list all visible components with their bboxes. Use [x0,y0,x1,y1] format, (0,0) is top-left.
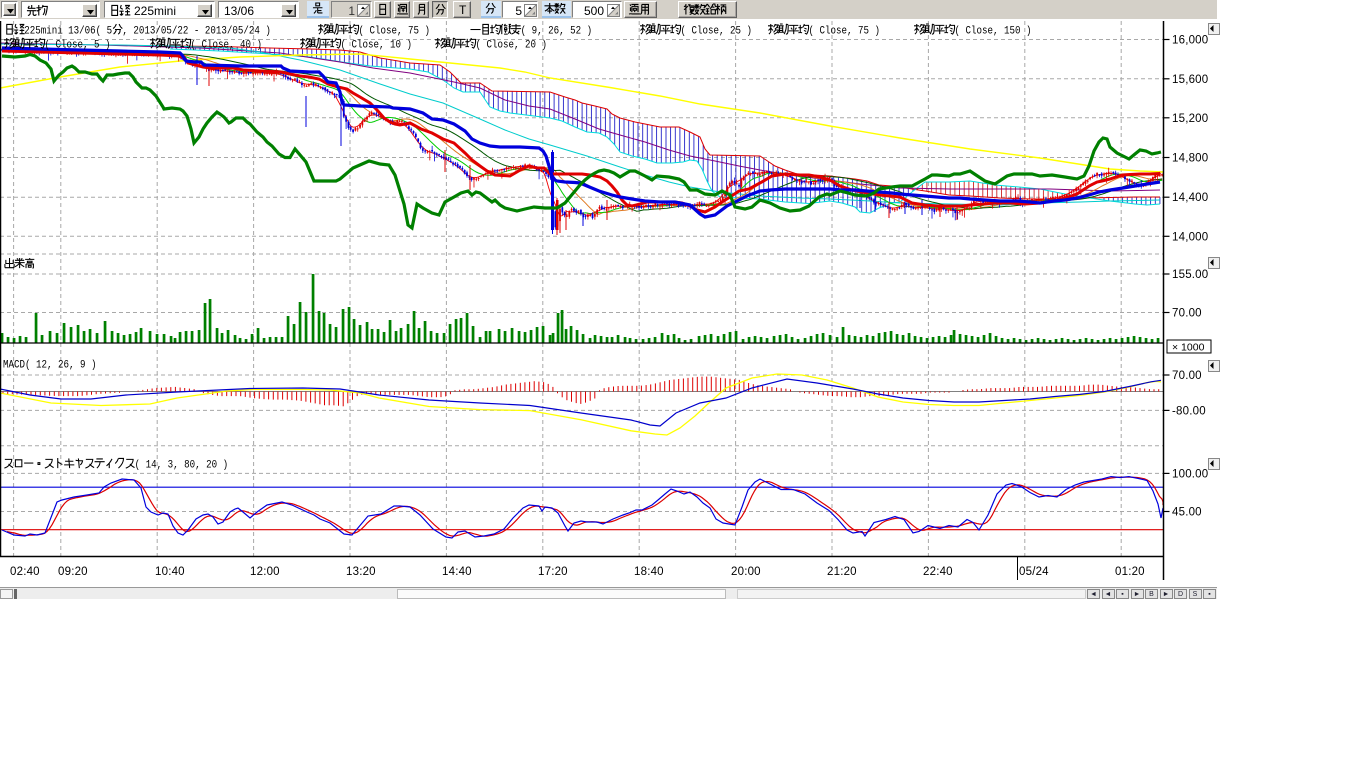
svg-text:( Close, 150 ): ( Close, 150 ) [955,26,1032,38]
svg-text:( Close, 40 ): ( Close, 40 ) [191,40,263,52]
svg-text:( Close, 75 ): ( Close, 75 ) [359,26,431,38]
svg-text:100.00: 100.00 [1172,468,1208,480]
svg-text:× 1000: × 1000 [1172,342,1205,354]
svg-text:01:20: 01:20 [1115,566,1145,578]
svg-text:( Close, 20 ): ( Close, 20 ) [476,40,548,52]
svg-text:21:20: 21:20 [827,566,857,578]
svg-text:( Close, 75 ): ( Close, 75 ) [809,26,881,38]
svg-text:14,400: 14,400 [1172,192,1208,204]
svg-text:15,200: 15,200 [1172,113,1208,125]
svg-text:MACD( 12, 26, 9 ): MACD( 12, 26, 9 ) [3,360,97,372]
svg-text:70.00: 70.00 [1172,370,1202,382]
svg-text:14,000: 14,000 [1172,231,1208,243]
svg-text:14:40: 14:40 [442,566,472,578]
svg-text:22:40: 22:40 [923,566,953,578]
svg-text:45.00: 45.00 [1172,507,1202,519]
svg-text:09:20: 09:20 [58,566,88,578]
svg-text:10:40: 10:40 [155,566,185,578]
svg-text:( 14, 3, 80, 20 ): ( 14, 3, 80, 20 ) [135,460,229,472]
svg-text:02:40: 02:40 [10,566,40,578]
svg-text:16,000: 16,000 [1172,35,1208,47]
svg-text:, 2013/05/22 - 2013/05/24 ): , 2013/05/22 - 2013/05/24 ) [122,26,271,38]
svg-text:15,600: 15,600 [1172,74,1208,86]
svg-text:155.00: 155.00 [1172,269,1208,281]
svg-text:225mini 13/06( 5: 225mini 13/06( 5 [24,26,112,38]
svg-text:14,800: 14,800 [1172,153,1208,165]
svg-text:-80.00: -80.00 [1172,405,1206,417]
svg-text:05/24: 05/24 [1019,566,1049,578]
svg-text:13:20: 13:20 [346,566,376,578]
svg-text:( 9, 26, 52 ): ( 9, 26, 52 ) [521,26,593,38]
svg-text:17:20: 17:20 [538,566,568,578]
svg-text:( Close, 10 ): ( Close, 10 ) [341,40,413,52]
svg-text:( Close, 5 ): ( Close, 5 ) [45,40,111,52]
svg-text:20:00: 20:00 [731,566,761,578]
svg-text:18:40: 18:40 [634,566,664,578]
svg-text:( Close, 25 ): ( Close, 25 ) [681,26,753,38]
svg-text:12:00: 12:00 [250,566,280,578]
svg-text:70.00: 70.00 [1172,308,1202,320]
